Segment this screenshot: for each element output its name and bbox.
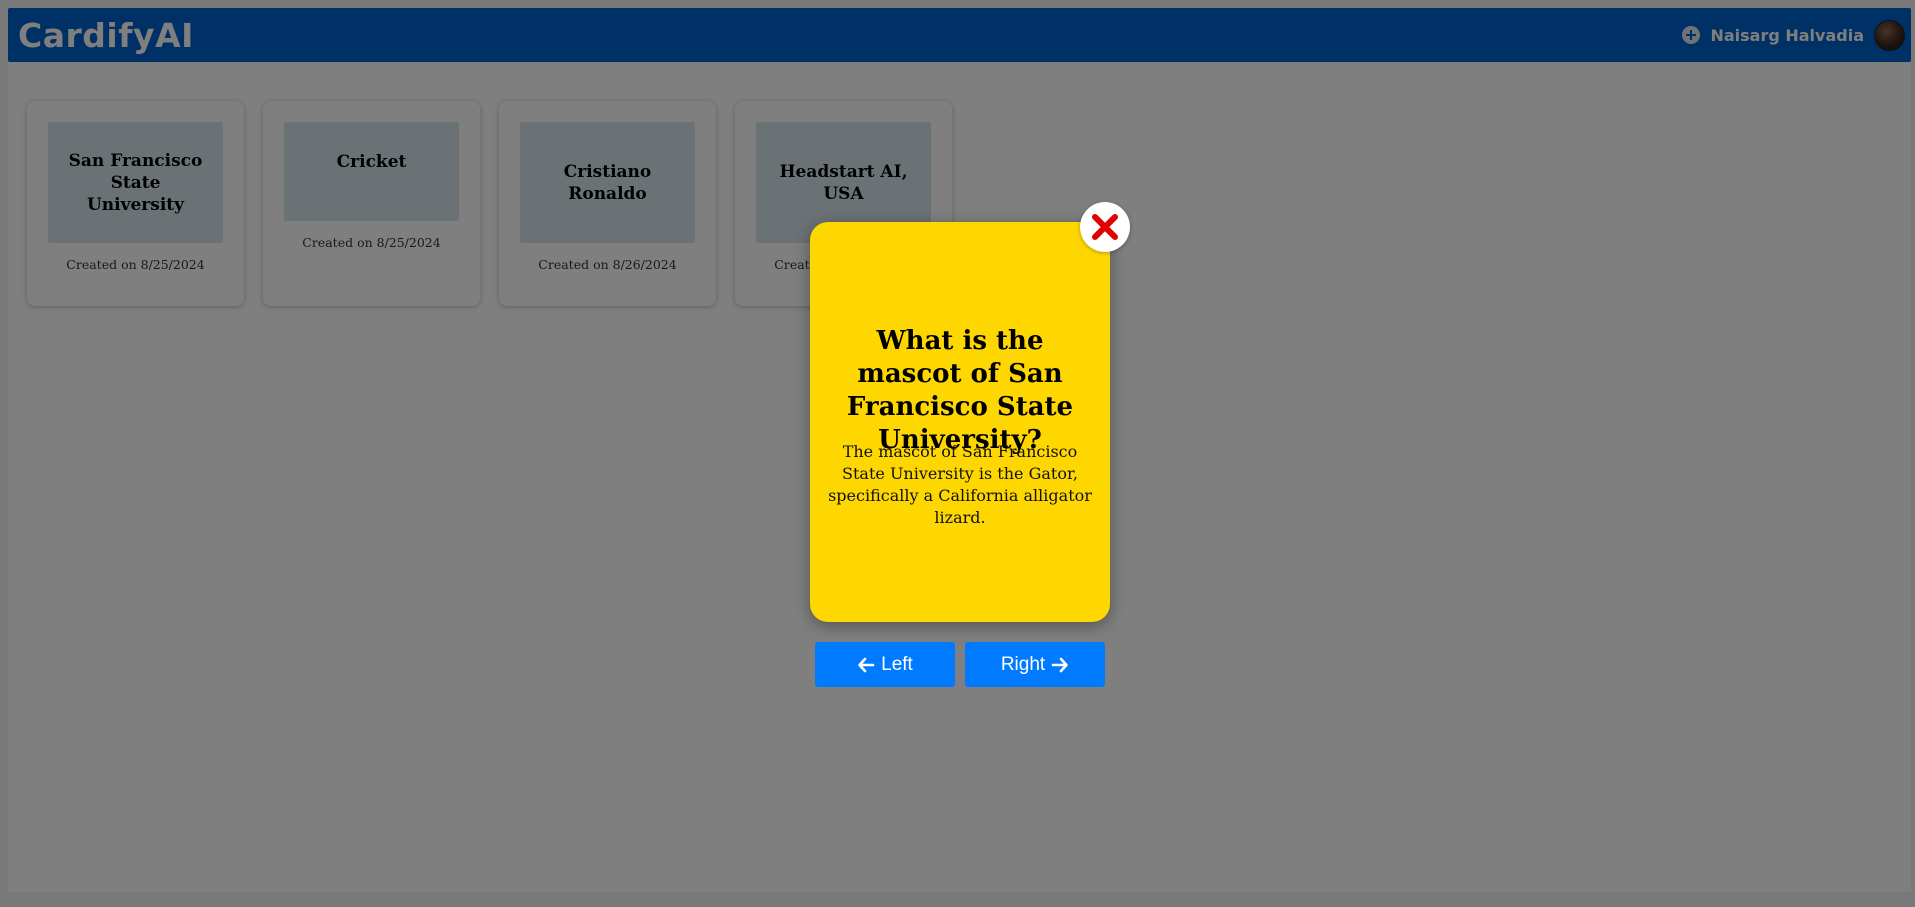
arrow-right-icon bbox=[1051, 657, 1068, 672]
flashcard-answer: The mascot of San Francisco State Univer… bbox=[828, 442, 1092, 527]
previous-card-button[interactable]: Left bbox=[815, 642, 955, 687]
close-button[interactable] bbox=[1080, 202, 1130, 252]
previous-card-label: Left bbox=[881, 653, 913, 675]
flashcard[interactable]: What is the mascot of San Francisco Stat… bbox=[810, 222, 1110, 622]
next-card-label: Right bbox=[1000, 653, 1046, 675]
flashcard-question: What is the mascot of San Francisco Stat… bbox=[846, 326, 1074, 455]
arrow-left-icon bbox=[858, 657, 875, 672]
next-card-button[interactable]: Right bbox=[965, 642, 1105, 687]
close-x-icon bbox=[1092, 214, 1118, 240]
